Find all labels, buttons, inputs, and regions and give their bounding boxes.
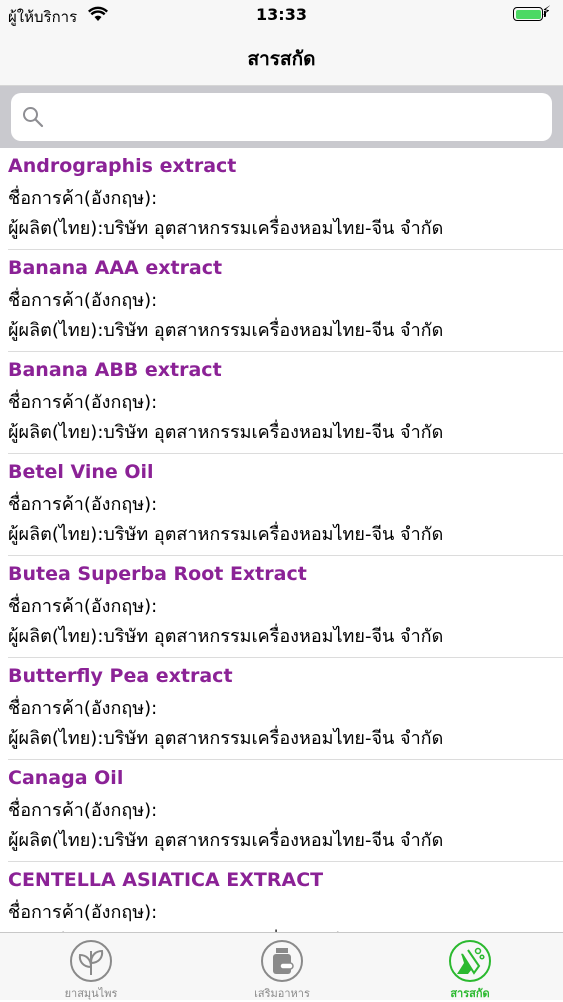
- item-name: Canaga Oil: [8, 767, 124, 789]
- list-item[interactable]: Betel Vine Oil ชื่อการค้า(อังกฤษ): ผู้ผลิต…: [0, 454, 563, 556]
- list-item[interactable]: Butea Superba Root Extract ชื่อการค้า(อัง…: [0, 556, 563, 658]
- list-item[interactable]: Andrographis extract ชื่อการค้า(อังกฤษ): ผ…: [0, 148, 563, 250]
- battery-icon: ⚡: [513, 4, 551, 23]
- item-trade-name: ชื่อการค้า(อังกฤษ):: [8, 392, 158, 413]
- tab-bar: ยาสมุนไพร เสริมอาหาร สารสกัด: [0, 932, 563, 1000]
- item-trade-name: ชื่อการค้า(อังกฤษ):: [8, 188, 158, 209]
- item-manufacturer: ผู้ผลิต(ไทย):บริษัท อุตสาหกรรมเครื่องหอม…: [8, 728, 444, 749]
- list-item[interactable]: Canaga Oil ชื่อการค้า(อังกฤษ): ผู้ผลิต(ไทย…: [0, 760, 563, 862]
- tab-herbal-medicine[interactable]: ยาสมุนไพร: [21, 933, 161, 1001]
- item-name: Butea Superba Root Extract: [8, 563, 307, 585]
- search-bar: [0, 86, 563, 148]
- search-input[interactable]: [55, 101, 539, 135]
- item-name: CENTELLA ASIATICA EXTRACT: [8, 869, 324, 891]
- list-item[interactable]: Banana ABB extract ชื่อการค้า(อังกฤษ): ผู้…: [0, 352, 563, 454]
- item-trade-name: ชื่อการค้า(อังกฤษ):: [8, 698, 158, 719]
- tab-extract[interactable]: สารสกัด: [400, 933, 540, 1001]
- list-item[interactable]: Butterfly Pea extract ชื่อการค้า(อังกฤษ):…: [0, 658, 563, 760]
- item-trade-name: ชื่อการค้า(อังกฤษ):: [8, 596, 158, 617]
- item-trade-name: ชื่อการค้า(อังกฤษ):: [8, 800, 158, 821]
- item-manufacturer: ผู้ผลิต(ไทย):บริษัท อุตสาหกรรมเครื่องหอม…: [8, 524, 444, 545]
- list-item[interactable]: Banana AAA extract ชื่อการค้า(อังกฤษ): ผู้…: [0, 250, 563, 352]
- search-icon: [23, 107, 44, 128]
- tab-label: สารสกัด: [450, 987, 490, 1000]
- navigation-bar: สารสกัด: [0, 30, 563, 86]
- page-title: สารสกัด: [247, 48, 316, 70]
- item-name: Betel Vine Oil: [8, 461, 154, 483]
- search-box[interactable]: [11, 93, 552, 141]
- item-name: Andrographis extract: [8, 155, 237, 177]
- status-time: 13:33: [256, 5, 307, 24]
- extract-list: Andrographis extract ชื่อการค้า(อังกฤษ): ผ…: [0, 148, 563, 932]
- item-name: Banana AAA extract: [8, 257, 223, 279]
- extract-flask-icon: [449, 940, 491, 982]
- item-trade-name: ชื่อการค้า(อังกฤษ):: [8, 494, 158, 515]
- item-trade-name: ชื่อการค้า(อังกฤษ):: [8, 902, 158, 923]
- item-manufacturer: ผู้ผลิต(ไทย):บริษัท อุตสาหกรรมเครื่องหอม…: [8, 422, 444, 443]
- item-name: Banana ABB extract: [8, 359, 222, 381]
- status-bar: ผู้ให้บริการ 13:33 ⚡: [0, 0, 563, 30]
- herb-leaf-icon: [70, 940, 112, 982]
- supplement-bottle-icon: [261, 940, 303, 982]
- item-manufacturer: ผู้ผลิต(ไทย):บริษัท อุตสาหกรรมเครื่องหอม…: [8, 626, 444, 647]
- item-manufacturer: ผู้ผลิต(ไทย):บริษัท อุตสาหกรรมเครื่องหอม…: [8, 218, 444, 239]
- tab-supplement[interactable]: เสริมอาหาร: [212, 933, 352, 1001]
- charging-bolt-icon: ⚡: [541, 4, 551, 19]
- item-manufacturer: ผู้ผลิต(ไทย):บริษัท อุตสาหกรรมเครื่องหอม…: [8, 830, 444, 851]
- list-item[interactable]: CENTELLA ASIATICA EXTRACT ชื่อการค้า(อังก…: [0, 862, 563, 932]
- tab-label: ยาสมุนไพร: [64, 987, 118, 1000]
- item-trade-name: ชื่อการค้า(อังกฤษ):: [8, 290, 158, 311]
- item-name: Butterfly Pea extract: [8, 665, 233, 687]
- tab-label: เสริมอาหาร: [254, 987, 310, 1000]
- item-manufacturer: ผู้ผลิต(ไทย):บริษัท อุตสาหกรรมเครื่องหอม…: [8, 320, 444, 341]
